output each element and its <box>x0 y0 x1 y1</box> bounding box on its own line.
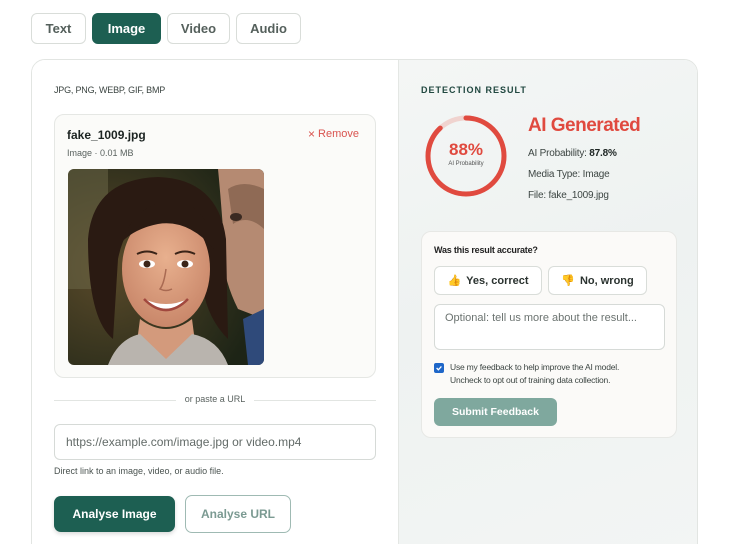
feedback-textarea[interactable] <box>434 304 665 350</box>
url-input[interactable] <box>54 424 376 460</box>
consent-line-1: Use my feedback to help improve the AI m… <box>450 362 620 372</box>
consent-text: Use my feedback to help improve the AI m… <box>450 361 665 387</box>
detector-card: JPG, PNG, WEBP, GIF, BMP fake_1009.jpg I… <box>31 59 698 544</box>
probability-percent: 88% <box>448 140 484 159</box>
consent-line-2: Uncheck to opt out of training data coll… <box>450 375 611 386</box>
tab-audio[interactable]: Audio <box>236 13 301 44</box>
thumbs-up-icon: 👍 <box>447 274 462 287</box>
ai-probability-label: AI Probability: <box>528 148 587 159</box>
ring-label: 88% AI Probability <box>423 140 509 167</box>
portrait-photo <box>68 169 264 365</box>
feedback-no-button[interactable]: 👎 No, wrong <box>548 266 647 295</box>
probability-caption: AI Probability <box>448 161 484 167</box>
remove-label: Remove <box>318 128 359 140</box>
divider-line <box>254 400 376 401</box>
tab-text[interactable]: Text <box>31 13 86 44</box>
tab-image[interactable]: Image <box>92 13 161 44</box>
feedback-yes-button[interactable]: 👍 Yes, correct <box>434 266 542 295</box>
submit-feedback-button[interactable]: Submit Feedback <box>434 398 557 426</box>
divider-text: or paste a URL <box>184 394 246 404</box>
close-icon: × <box>308 127 316 141</box>
check-icon <box>436 365 442 371</box>
file-name: fake_1009.jpg <box>67 128 146 142</box>
result-panel: DETECTION RESULT 88% AI Probability AI G… <box>398 60 697 544</box>
url-divider: or paste a URL <box>54 393 376 407</box>
analyse-image-button[interactable]: Analyse Image <box>54 496 175 532</box>
media-type-line: Media Type: Image <box>528 169 610 180</box>
feedback-card: Was this result accurate? 👍 Yes, correct… <box>421 231 677 438</box>
supported-formats: JPG, PNG, WEBP, GIF, BMP <box>54 85 166 95</box>
tab-video[interactable]: Video <box>167 13 230 44</box>
file-preview-card: fake_1009.jpg Image · 0.01 MB × Remove <box>54 114 376 378</box>
image-preview <box>68 169 264 365</box>
file-line: File: fake_1009.jpg <box>528 190 609 201</box>
remove-file-button[interactable]: × Remove <box>308 128 359 140</box>
verdict-label: AI Generated <box>528 115 641 136</box>
file-meta: Image · 0.01 MB <box>67 148 134 158</box>
detection-result-title: DETECTION RESULT <box>421 85 527 95</box>
media-type-tabs: Text Image Video Audio <box>31 13 301 44</box>
ai-probability-value: 87.8% <box>589 148 617 159</box>
url-help-text: Direct link to an image, video, or audio… <box>54 466 224 476</box>
yes-label: Yes, correct <box>466 274 529 287</box>
ai-probability-line: AI Probability: 87.8% <box>528 148 617 159</box>
feedback-question: Was this result accurate? <box>434 245 538 255</box>
upload-panel: JPG, PNG, WEBP, GIF, BMP fake_1009.jpg I… <box>32 60 398 544</box>
no-label: No, wrong <box>579 274 634 287</box>
analyse-url-button[interactable]: Analyse URL <box>185 495 291 533</box>
thumbs-down-icon: 👎 <box>561 274 575 287</box>
consent-checkbox[interactable] <box>434 363 444 373</box>
